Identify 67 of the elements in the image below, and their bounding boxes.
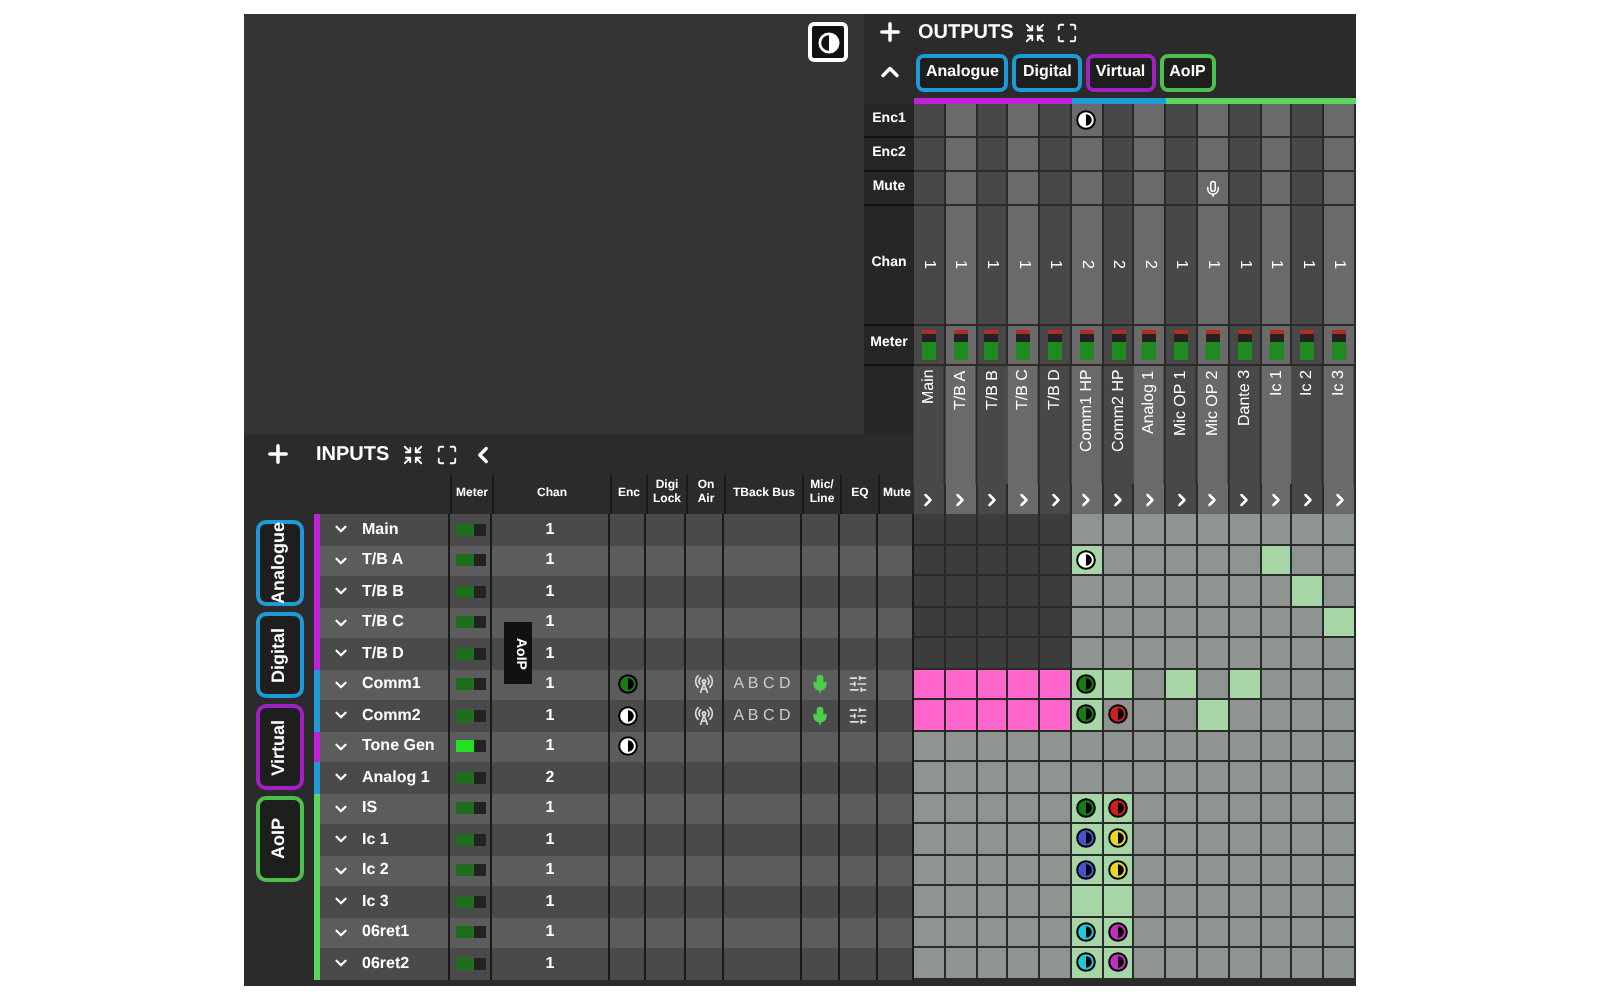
channel-count: 1 [945, 206, 976, 326]
channel-count: 1 [1292, 206, 1323, 326]
input-name: Analog 1 [362, 765, 430, 790]
channel-count: 1 [492, 855, 610, 886]
channel-count: 1 [977, 206, 1007, 326]
output-name: T/B D [1040, 366, 1070, 484]
channel-count: 1 [492, 576, 610, 607]
channel-count: 1 [492, 886, 610, 917]
input-name: T/B D [362, 641, 404, 666]
input-name: T/B B [362, 579, 404, 604]
channel-count: 1 [1229, 206, 1260, 326]
input-name: Ic 1 [362, 827, 389, 852]
channel-count: 1 [1261, 206, 1291, 326]
channel-count: 1 [492, 731, 610, 762]
channel-count: 1 [914, 206, 944, 326]
output-name: Mic OP 2 [1198, 366, 1228, 484]
channel-count: 2 [1103, 206, 1133, 326]
channel-count: 1 [492, 917, 610, 948]
input-name: 06ret1 [362, 920, 410, 945]
output-name: Comm1 HP [1071, 366, 1102, 484]
channel-count: 1 [492, 793, 610, 824]
output-name: Ic 3 [1324, 366, 1354, 484]
group-tab[interactable]: AoIP [1159, 53, 1216, 91]
input-name: T/B C [362, 610, 404, 635]
talkback-buses: A B C D [724, 700, 802, 731]
output-name: T/B C [1008, 366, 1039, 484]
input-name: Comm2 [362, 703, 421, 728]
group-tab[interactable]: Virtual [255, 704, 303, 790]
group-tab[interactable]: Analogue [916, 53, 1009, 91]
channel-count: 1 [492, 948, 610, 979]
output-name: Ic 1 [1261, 366, 1291, 484]
input-name: Comm1 [362, 672, 421, 697]
channel-count: 2 [1071, 206, 1102, 326]
group-tab[interactable]: Virtual [1085, 53, 1156, 91]
input-name: Tone Gen [362, 734, 435, 759]
output-name: T/B B [977, 366, 1007, 484]
channel-count: 1 [492, 700, 610, 731]
group-tab[interactable]: Analogue [255, 520, 303, 606]
panel-title: INPUTS [316, 441, 390, 469]
talkback-buses: A B C D [724, 669, 802, 700]
input-name: IS [362, 796, 378, 821]
channel-count: 1 [1166, 206, 1197, 326]
output-name: Mic OP 1 [1166, 366, 1197, 484]
channel-count: 1 [1008, 206, 1039, 326]
channel-count: 2 [1134, 206, 1165, 326]
panel-title: OUTPUTS [918, 19, 1014, 47]
output-name: Main [914, 366, 944, 484]
channel-count: 1 [1198, 206, 1228, 326]
output-name: Comm2 HP [1103, 366, 1133, 484]
group-tab[interactable]: Digital [1012, 53, 1082, 91]
channel-count: 1 [492, 545, 610, 576]
output-name: Dante 3 [1229, 366, 1260, 484]
channel-count: 2 [492, 762, 610, 793]
channel-count: 1 [1040, 206, 1070, 326]
input-name: 06ret2 [362, 951, 410, 976]
channel-count: 1 [492, 824, 610, 855]
group-tab[interactable]: Digital [255, 612, 303, 698]
output-name: Ic 2 [1292, 366, 1323, 484]
input-name: Main [362, 517, 399, 542]
output-name: Analog 1 [1134, 366, 1165, 484]
input-name: Ic 3 [362, 889, 389, 914]
channel-count: 1 [492, 514, 610, 545]
input-name: Ic 2 [362, 858, 389, 883]
group-tab[interactable]: AoIP [255, 796, 303, 882]
channel-count: 1 [1324, 206, 1354, 326]
input-name: T/B A [362, 548, 404, 573]
output-name: T/B A [945, 366, 976, 484]
